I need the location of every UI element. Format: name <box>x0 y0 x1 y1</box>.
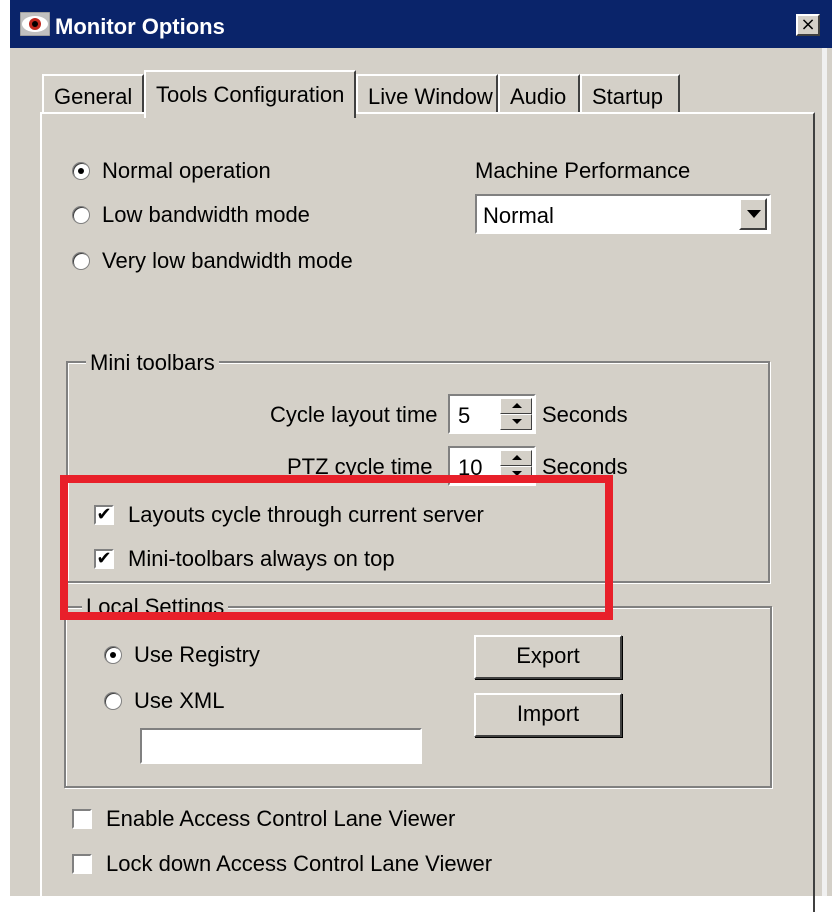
radio-label: Use Registry <box>134 642 260 667</box>
spinner-value: 5 <box>458 403 471 428</box>
machine-performance-select[interactable]: Normal <box>475 194 771 234</box>
title-bar[interactable]: Monitor Options × <box>10 0 832 48</box>
close-button[interactable]: × <box>796 14 820 36</box>
machine-performance-label: Machine Performance <box>475 158 691 183</box>
radio-circle <box>104 646 122 664</box>
radio-circle <box>72 252 90 270</box>
highlight-annotation <box>60 475 613 620</box>
checkbox-empty <box>72 809 92 829</box>
radio-normal-operation[interactable]: Normal operation <box>72 158 271 184</box>
spin-down-icon[interactable] <box>500 414 532 430</box>
checkbox-lock-access-control[interactable]: Lock down Access Control Lane Viewer <box>72 851 492 877</box>
xml-path-input[interactable] <box>140 728 422 764</box>
cycle-layout-label: Cycle layout time <box>270 402 438 427</box>
select-value: Normal <box>483 203 554 228</box>
radio-label: Use XML <box>134 688 225 713</box>
export-button[interactable]: Export <box>474 635 622 679</box>
tab-live-window[interactable]: Live Window <box>356 74 498 114</box>
window-title: Monitor Options <box>55 14 225 39</box>
radio-use-xml[interactable]: Use XML <box>104 688 224 714</box>
cycle-layout-unit: Seconds <box>542 402 628 427</box>
spinner-buttons <box>500 398 532 430</box>
chevron-down-icon[interactable] <box>739 198 767 230</box>
radio-label: Low bandwidth mode <box>102 202 310 227</box>
radio-very-low-bandwidth[interactable]: Very low bandwidth mode <box>72 248 353 274</box>
radio-use-registry[interactable]: Use Registry <box>104 642 260 668</box>
radio-circle <box>72 206 90 224</box>
tab-audio[interactable]: Audio <box>498 74 580 114</box>
tab-general[interactable]: General <box>42 74 144 114</box>
radio-circle <box>72 162 90 180</box>
checkbox-label: Lock down Access Control Lane Viewer <box>106 851 493 876</box>
radio-circle <box>104 692 122 710</box>
radio-label: Normal operation <box>102 158 271 183</box>
cycle-layout-spinner[interactable]: 5 <box>448 394 536 434</box>
spin-up-icon[interactable] <box>500 450 532 466</box>
checkbox-enable-access-control[interactable]: Enable Access Control Lane Viewer <box>72 806 455 832</box>
checkbox-label: Enable Access Control Lane Viewer <box>106 806 456 831</box>
mini-toolbars-title: Mini toolbars <box>86 350 219 376</box>
spin-up-icon[interactable] <box>500 398 532 414</box>
tab-startup[interactable]: Startup <box>580 74 680 114</box>
window-edge <box>822 48 827 896</box>
import-button[interactable]: Import <box>474 693 622 737</box>
radio-low-bandwidth[interactable]: Low bandwidth mode <box>72 202 310 228</box>
eye-icon <box>20 12 50 36</box>
tab-tools-configuration[interactable]: Tools Configuration <box>144 70 356 118</box>
radio-label: Very low bandwidth mode <box>102 248 353 273</box>
checkbox-empty <box>72 854 92 874</box>
